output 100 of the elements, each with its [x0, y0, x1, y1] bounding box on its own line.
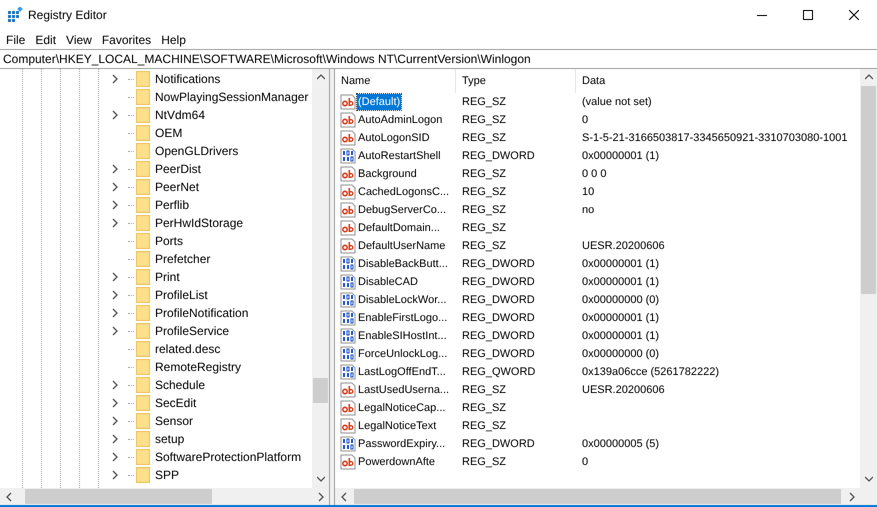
text-value-icon	[340, 418, 356, 434]
tree-item[interactable]: OpenGLDrivers	[155, 142, 238, 160]
column-header[interactable]: Type	[456, 69, 576, 93]
text-value-icon	[340, 454, 356, 470]
tree-item[interactable]: Prefetcher	[155, 250, 210, 268]
folder-icon	[136, 413, 150, 429]
scroll-left-icon[interactable]	[340, 492, 348, 502]
value-name[interactable]: DisableCAD	[357, 274, 419, 290]
scroll-right-icon[interactable]	[316, 492, 324, 502]
binary-value-icon	[340, 436, 356, 452]
value-type: REG_QWORD	[461, 364, 536, 380]
value-name[interactable]: (Default)	[357, 94, 402, 110]
tree-item[interactable]: Ports	[155, 232, 184, 250]
tree-item[interactable]: ProfileService	[155, 322, 230, 340]
scroll-thumb[interactable]	[313, 378, 328, 403]
value-data: UESR.20200606	[581, 238, 665, 254]
value-name[interactable]: LastLogOffEndT...	[357, 364, 447, 380]
value-name[interactable]: LegalNoticeText	[357, 418, 438, 434]
tree-item[interactable]: Sensor	[155, 412, 194, 430]
folder-icon	[136, 395, 150, 411]
value-name[interactable]: DisableBackButt...	[357, 256, 449, 272]
tree-item[interactable]: OEM	[155, 124, 182, 142]
address-bar[interactable]: Computer\HKEY_LOCAL_MACHINE\SOFTWARE\Microsoft\Windows NT\CurrentVersion\Winlogon	[0, 49, 877, 69]
value-data: 0x00000001 (1)	[581, 310, 660, 326]
folder-icon	[136, 377, 150, 393]
value-name[interactable]: DebugServerCo...	[357, 202, 448, 218]
value-type: REG_SZ	[461, 166, 508, 182]
folder-icon	[136, 467, 150, 483]
value-name[interactable]: DisableLockWor...	[357, 292, 448, 308]
menu-item[interactable]: Favorites	[96, 30, 156, 48]
minimize-icon	[757, 14, 767, 16]
scroll-left-icon[interactable]	[4, 492, 12, 502]
scroll-thumb[interactable]	[861, 86, 876, 294]
tree-item[interactable]: related.desc	[155, 340, 220, 358]
folder-icon	[136, 251, 150, 267]
text-value-icon	[340, 238, 356, 254]
tree-item[interactable]: setup	[155, 430, 184, 448]
window-title: Registry Editor	[28, 7, 107, 24]
value-data: 0	[581, 454, 588, 470]
horizontal-scrollbar[interactable]	[0, 488, 329, 505]
value-name[interactable]: LegalNoticeCap...	[357, 400, 446, 416]
menu-item[interactable]: View	[61, 30, 97, 48]
tree-item[interactable]: SecEdit	[155, 394, 196, 412]
binary-value-icon	[340, 148, 356, 164]
tree-item[interactable]: RemoteRegistry	[155, 358, 242, 376]
menu-item[interactable]: File	[1, 30, 30, 48]
value-name[interactable]: CachedLogonsC...	[357, 184, 450, 200]
tree-item[interactable]: SPP	[155, 466, 180, 484]
value-name[interactable]: AutoAdminLogon	[357, 112, 444, 128]
folder-icon	[136, 359, 150, 375]
value-name[interactable]: AutoRestartShell	[357, 148, 442, 164]
tree-item[interactable]: ProfileList	[155, 286, 208, 304]
value-name[interactable]: DefaultDomain...	[357, 220, 441, 236]
value-name[interactable]: DefaultUserName	[357, 238, 446, 254]
value-type: REG_SZ	[461, 400, 508, 416]
tree-item[interactable]: NtVdm64	[155, 106, 206, 124]
scroll-down-icon[interactable]	[316, 474, 324, 484]
scroll-thumb[interactable]	[354, 489, 841, 504]
value-data: 0x00000001 (1)	[581, 274, 660, 290]
value-data: no	[581, 202, 594, 218]
scroll-thumb[interactable]	[25, 489, 212, 504]
text-value-icon	[340, 382, 356, 398]
menu-item[interactable]: Edit	[30, 30, 62, 48]
folder-icon	[136, 341, 150, 357]
text-value-icon	[340, 94, 356, 110]
value-name[interactable]: AutoLogonSID	[357, 130, 431, 146]
tree-item[interactable]: PeerDist	[155, 160, 202, 178]
tree-item[interactable]: ProfileNotification	[155, 304, 248, 322]
menu-item[interactable]: Help	[156, 30, 191, 48]
value-name[interactable]: EnableSIHostInt...	[357, 328, 448, 344]
value-name[interactable]: LastUsedUserna...	[357, 382, 450, 398]
expand-chevron-icon[interactable]	[112, 110, 120, 120]
value-name[interactable]: EnableFirstLogo...	[357, 310, 448, 326]
value-name[interactable]: PowerdownAfte	[357, 454, 436, 470]
tree-item[interactable]: Notifications	[155, 70, 220, 88]
tree-item[interactable]: NowPlayingSessionManager	[155, 88, 308, 106]
tree-item[interactable]: Perflib	[155, 196, 190, 214]
expand-chevron-icon[interactable]	[112, 74, 120, 84]
vertical-scrollbar[interactable]	[860, 69, 877, 488]
value-type: REG_DWORD	[461, 274, 536, 290]
tree-item[interactable]: PeerNet	[155, 178, 200, 196]
tree-item[interactable]: Schedule	[155, 376, 206, 394]
value-type: REG_SZ	[461, 112, 508, 128]
value-data: 0	[581, 112, 588, 128]
tree-item[interactable]: SoftwareProtectionPlatform	[155, 448, 302, 466]
value-name[interactable]: ForceUnlockLog...	[357, 346, 448, 362]
binary-value-icon	[340, 256, 356, 272]
value-type: REG_SZ	[461, 382, 508, 398]
value-name[interactable]: Background	[357, 166, 418, 182]
folder-icon	[136, 449, 150, 465]
scroll-right-icon[interactable]	[848, 492, 856, 502]
value-name[interactable]: PasswordExpiry...	[357, 436, 446, 452]
value-data: 0x00000000 (0)	[581, 346, 660, 362]
horizontal-scrollbar[interactable]	[335, 488, 877, 505]
vertical-scrollbar[interactable]	[312, 69, 329, 488]
column-header[interactable]: Data	[576, 69, 860, 93]
tree-item[interactable]: Print	[155, 268, 180, 286]
tree-item[interactable]: PerHwIdStorage	[155, 214, 244, 232]
scroll-down-icon[interactable]	[864, 474, 872, 484]
text-value-icon	[340, 202, 356, 218]
